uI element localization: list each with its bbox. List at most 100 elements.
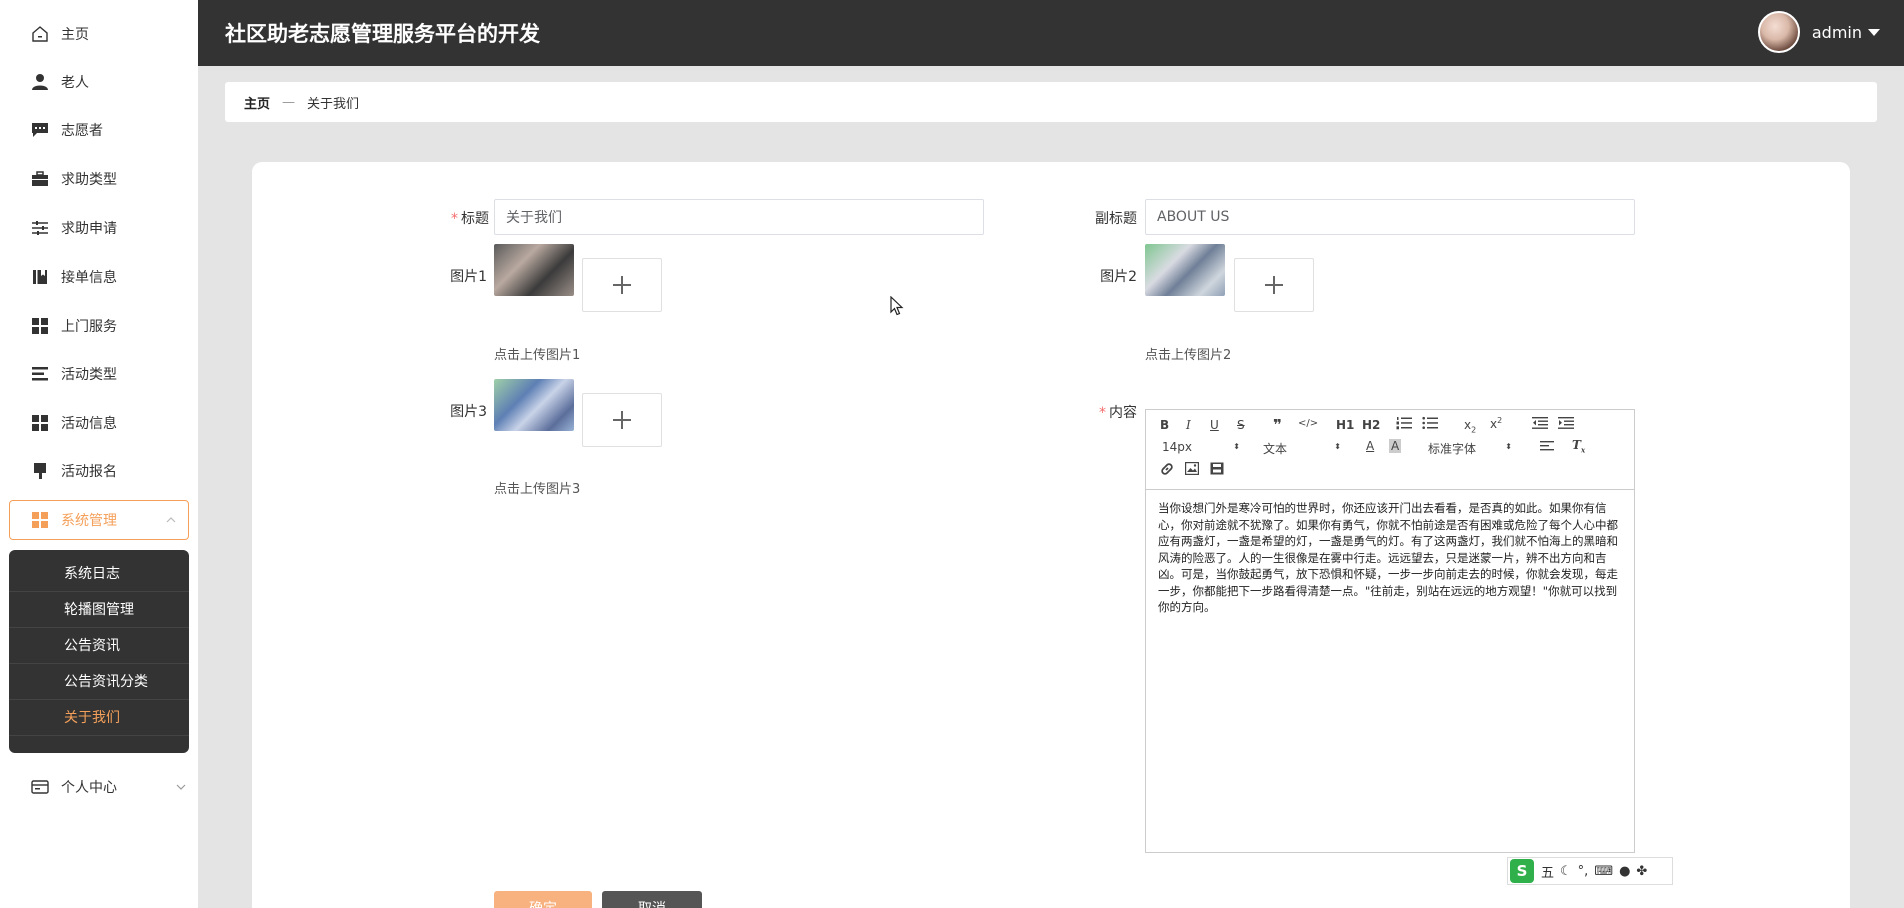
submenu-carousel[interactable]: 轮播图管理: [9, 592, 189, 628]
top-header: 社区助老志愿管理服务平台的开发 admin: [198, 0, 1904, 66]
video-icon[interactable]: [1210, 462, 1224, 478]
select-arrow-icon: ⬍: [1505, 442, 1512, 451]
apps-icon[interactable]: ✤: [1636, 864, 1647, 879]
grid-icon: [30, 316, 50, 336]
align-left-icon[interactable]: [1540, 440, 1554, 455]
sidebar-item-activity-info[interactable]: 活动信息: [0, 399, 198, 447]
wallet-icon: [30, 777, 50, 797]
submenu-about-us[interactable]: 关于我们: [9, 700, 189, 736]
subtitle-input[interactable]: ABOUT US: [1145, 199, 1635, 235]
subtitle-label: 副标题: [1095, 211, 1137, 227]
editor-content[interactable]: 当你设想门外是寒冷可怕的世界时，你还应该开门出去看看，是否真的如此。如果你有信心…: [1146, 490, 1634, 626]
h1-button[interactable]: H1: [1336, 418, 1354, 432]
sidebar-item-help-request[interactable]: 求助申请: [0, 204, 198, 252]
quote-icon[interactable]: ❞: [1273, 416, 1282, 434]
ime-mode[interactable]: 五: [1541, 862, 1554, 881]
breadcrumb-current: 关于我们: [307, 96, 360, 112]
sidebar-item-profile[interactable]: 个人中心: [0, 763, 198, 811]
plus-icon: [613, 276, 631, 294]
grid-icon: [30, 413, 50, 433]
sidebar-item-orders[interactable]: 接单信息: [0, 253, 198, 301]
pic3-label: 图片3: [450, 404, 487, 420]
superscript-icon[interactable]: x2: [1490, 416, 1502, 431]
pic2-label: 图片2: [1100, 269, 1137, 285]
sidebar-item-label: 志愿者: [61, 123, 103, 139]
clear-format-icon[interactable]: Tx: [1572, 438, 1585, 454]
sidebar: 主页 老人 志愿者 求助类型 求助申请 接单信息 上门服务 活动类型 活动信息 …: [0, 0, 198, 908]
pic1-thumbnail[interactable]: [494, 244, 574, 296]
sidebar-item-system[interactable]: 系统管理: [9, 500, 189, 540]
select-arrow-icon: ⬍: [1233, 442, 1240, 451]
sidebar-item-home[interactable]: 主页: [0, 10, 198, 58]
text-type-select[interactable]: 文本 ⬍: [1263, 440, 1341, 457]
plus-icon: [613, 411, 631, 429]
indent-icon[interactable]: [1558, 416, 1574, 433]
ime-toolbar: S 五 ☾ °, ⌨ ● ✤: [1507, 857, 1673, 885]
pic1-upload-button[interactable]: [582, 258, 662, 312]
font-family-select[interactable]: 标准字体 ⬍: [1428, 440, 1512, 457]
sidebar-item-label: 活动报名: [61, 464, 117, 480]
sidebar-item-label: 系统管理: [61, 513, 117, 529]
pic2-hint: 点击上传图片2: [1145, 348, 1232, 363]
required-mark: *: [451, 211, 458, 227]
pic3-upload-button[interactable]: [582, 393, 662, 447]
background-color-icon[interactable]: A: [1389, 439, 1402, 453]
sidebar-item-help-type[interactable]: 求助类型: [0, 155, 198, 203]
sidebar-item-label: 老人: [61, 75, 89, 91]
punctuation-icon[interactable]: °,: [1578, 864, 1589, 879]
caret-down-icon: [1868, 28, 1880, 36]
rich-text-editor: B I U S ❞ </> H1 H2 x2 x2 14px ⬍ 文本 ⬍ A …: [1145, 409, 1635, 853]
link-icon[interactable]: [1160, 462, 1174, 479]
strike-icon[interactable]: S: [1237, 418, 1245, 432]
pic1-hint: 点击上传图片1: [494, 348, 581, 363]
h2-button[interactable]: H2: [1362, 418, 1380, 432]
user-menu[interactable]: admin: [1757, 11, 1880, 53]
breadcrumb: 主页 — 关于我们: [225, 82, 1877, 122]
breadcrumb-home[interactable]: 主页: [244, 93, 270, 112]
submenu-news[interactable]: 公告资讯: [9, 628, 189, 664]
image-icon[interactable]: [1184, 461, 1200, 478]
code-icon[interactable]: </>: [1298, 418, 1318, 429]
pic3-hint: 点击上传图片3: [494, 482, 581, 497]
system-submenu: 系统日志 轮播图管理 公告资讯 公告资讯分类 关于我们: [9, 550, 189, 753]
brush-icon: [30, 461, 50, 481]
sliders-icon: [30, 218, 50, 238]
font-color-icon[interactable]: A: [1366, 439, 1374, 453]
pic3-thumbnail[interactable]: [494, 379, 574, 431]
ordered-list-icon[interactable]: [1396, 416, 1412, 433]
editor-toolbar: B I U S ❞ </> H1 H2 x2 x2 14px ⬍ 文本 ⬍ A …: [1146, 410, 1634, 490]
bold-icon[interactable]: B: [1160, 418, 1169, 432]
keyboard-icon[interactable]: ⌨: [1594, 864, 1613, 879]
form-card: * 标题 关于我们 副标题 ABOUT US 图片1 点击上传图片1 图片2 点击…: [252, 162, 1850, 908]
submenu-news-category[interactable]: 公告资讯分类: [9, 664, 189, 700]
confirm-button[interactable]: 确定: [494, 891, 592, 908]
cancel-button[interactable]: 取消: [602, 891, 702, 908]
required-mark: *: [1099, 405, 1106, 421]
pic2-thumbnail[interactable]: [1145, 244, 1225, 296]
pic2-upload-button[interactable]: [1234, 258, 1314, 312]
mouse-cursor-icon: [890, 295, 904, 320]
italic-icon[interactable]: I: [1186, 418, 1191, 432]
user-icon[interactable]: ●: [1619, 864, 1630, 879]
moon-icon[interactable]: ☾: [1560, 864, 1572, 879]
ime-logo-icon[interactable]: S: [1510, 859, 1534, 883]
sidebar-item-home-service[interactable]: 上门服务: [0, 302, 198, 350]
sidebar-item-volunteer[interactable]: 志愿者: [0, 106, 198, 154]
subscript-icon[interactable]: x2: [1464, 418, 1476, 434]
title-input[interactable]: 关于我们: [494, 199, 984, 235]
submenu-system-log[interactable]: 系统日志: [9, 556, 189, 592]
bullet-list-icon[interactable]: [1422, 416, 1438, 433]
outdent-icon[interactable]: [1532, 416, 1548, 433]
underline-icon[interactable]: U: [1210, 418, 1219, 432]
font-size-select[interactable]: 14px ⬍: [1162, 440, 1240, 454]
chevron-up-icon: [166, 515, 176, 526]
breadcrumb-separator: —: [282, 94, 296, 110]
chat-icon: [30, 120, 50, 140]
content-label: * 内容: [1099, 405, 1137, 421]
sidebar-item-elderly[interactable]: 老人: [0, 58, 198, 106]
sidebar-item-activity-type[interactable]: 活动类型: [0, 350, 198, 398]
sidebar-item-label: 个人中心: [61, 780, 117, 796]
grid-icon: [30, 510, 50, 530]
sidebar-item-activity-signup[interactable]: 活动报名: [0, 447, 198, 495]
home-icon: [30, 24, 50, 44]
